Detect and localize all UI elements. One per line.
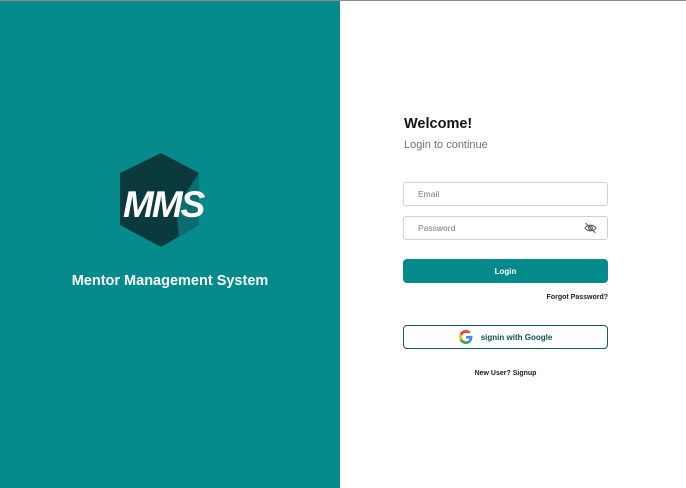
brand-panel: MMS Mentor Management System [0, 1, 340, 488]
mms-logo: MMS [116, 153, 224, 249]
svg-text:MMS: MMS [123, 184, 206, 225]
forgot-password-link[interactable]: Forgot Password? [547, 294, 608, 301]
google-signin-button[interactable]: signin with Google [403, 325, 608, 349]
eye-off-icon[interactable] [584, 222, 597, 234]
login-panel [340, 1, 686, 488]
google-signin-label: signin with Google [480, 332, 553, 342]
password-field[interactable] [403, 216, 608, 240]
signup-link[interactable]: New User? Signup [403, 370, 608, 377]
app-name: Mentor Management System [71, 273, 269, 289]
login-subheading: Login to continue [404, 139, 488, 151]
welcome-heading: Welcome! [404, 116, 473, 132]
google-icon [458, 330, 473, 344]
login-button[interactable]: Login [403, 259, 608, 283]
email-field[interactable] [403, 182, 608, 206]
email-input[interactable] [404, 183, 607, 205]
password-input[interactable] [404, 217, 607, 239]
